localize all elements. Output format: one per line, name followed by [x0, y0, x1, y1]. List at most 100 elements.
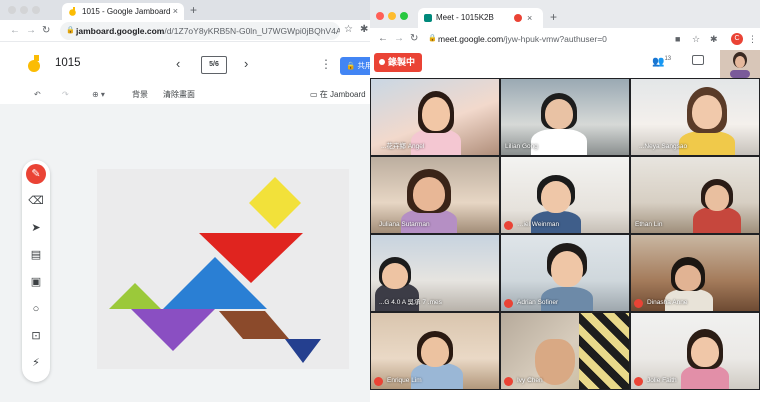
open-in-jamboard-button[interactable]: ▭ 在 Jamboard [310, 88, 366, 102]
muted-mic-icon [634, 299, 643, 308]
recording-badge: 錄製中 [374, 53, 422, 72]
participant-name: ...Neya Sangsao [639, 143, 688, 150]
share-button[interactable]: 🔒 共用 [340, 57, 370, 75]
back-icon[interactable]: ← [10, 24, 20, 38]
redo-icon[interactable]: ↷ [62, 88, 69, 102]
muted-mic-icon [504, 377, 513, 386]
meet-top-bar: 錄製中 👥13 [370, 50, 760, 78]
participant-tile[interactable]: Adrian Sofiner [500, 234, 630, 312]
sticky-note-icon[interactable]: ▤ [26, 245, 46, 265]
muted-mic-icon [504, 299, 513, 308]
tab-recording-icon [514, 14, 522, 22]
participant-count: 13 [664, 56, 672, 62]
participant-tile[interactable]: Dinasha Anne [630, 234, 760, 312]
meet-url-field[interactable]: 🔒 meet.google.com/jyw-hpuk-vmw?authuser=… [426, 30, 666, 48]
meet-tab-title: Meet - 1015K2B [436, 13, 494, 22]
participant-name: Lilian Gong [505, 143, 538, 150]
participant-name: ...花卉鄉 Angel [381, 143, 425, 150]
participant-name: Juliana Sutarman [379, 221, 430, 228]
clear-frame-button[interactable]: 清除畫面 [163, 88, 195, 102]
tab-close-icon[interactable]: × [173, 3, 178, 20]
image-icon[interactable]: ▣ [26, 272, 46, 292]
meet-extension-icon[interactable]: ✱ [710, 33, 718, 45]
chat-icon[interactable] [692, 55, 704, 65]
self-view-person [720, 50, 760, 78]
undo-icon[interactable]: ↶ [34, 88, 41, 102]
set-background-button[interactable]: 背景 [132, 88, 148, 102]
reload-icon[interactable]: ↻ [42, 24, 50, 38]
meet-tab-close-icon[interactable]: × [527, 8, 532, 28]
jamboard-toolbar: ↶ ↷ ⊕ ▾ 背景 清除畫面 ▭ 在 Jamboard [0, 88, 370, 104]
participant-tile[interactable]: ...G 4.0 A 吳承 7 .mes [370, 234, 500, 312]
chrome-menu-icon[interactable]: ⋮ [748, 33, 757, 45]
extension-icon[interactable]: ✱ [360, 24, 368, 35]
address-bar-row: ← → ↻ 🔒 jamboard.google.com/d/1Z7oY8yKRB… [0, 20, 370, 42]
pen-icon[interactable]: ✎ [26, 164, 46, 184]
participant-tile[interactable]: ...花卉鄉 Angel [370, 78, 500, 156]
participant-tile[interactable]: ...Neya Sangsao [630, 78, 760, 156]
participant-tile[interactable]: Juliana Sutarman [370, 156, 500, 234]
meet-window: Meet - 1015K2B × + ← → ↻ 🔒 meet.google.c… [370, 0, 760, 402]
new-tab-button[interactable]: + [190, 2, 197, 18]
participant-tile[interactable]: Ethan Lin [630, 156, 760, 234]
meet-forward-icon[interactable]: → [394, 32, 404, 46]
prev-frame-button[interactable]: ‹ [176, 56, 180, 71]
tangram-figure [97, 169, 349, 369]
camera-permission-icon[interactable]: ■ [675, 33, 680, 45]
meet-window-minimize-button[interactable] [388, 12, 396, 20]
participant-tile[interactable]: Jolie Faith [630, 312, 760, 390]
participant-name: Ivy Chen [517, 377, 543, 384]
zoom-icon[interactable]: ⊕ ▾ [92, 88, 105, 102]
participant-tile[interactable]: Lilian Gong [500, 78, 630, 156]
url-path: /d/1Z7oY8yKRB5N-G0ln_U7WGWpi0jBQhV4A... [164, 26, 340, 36]
pointer-icon[interactable]: ➤ [26, 218, 46, 238]
text-box-icon[interactable]: ⊡ [26, 326, 46, 346]
participant-name: …iel Weinman [517, 221, 560, 228]
tab-jamboard[interactable]: 1015 - Google Jamboard × [62, 3, 184, 20]
circle-shape-icon[interactable]: ○ [26, 299, 46, 319]
next-frame-button[interactable]: › [244, 56, 248, 71]
participant-name: Ethan Lin [635, 221, 663, 228]
forward-icon[interactable]: → [26, 24, 36, 38]
participant-name: Adrian Sofiner [517, 299, 559, 306]
tool-rail: ✎ ⌫ ➤ ▤ ▣ ○ ⊡ ⚡ [22, 160, 50, 382]
tab-meet[interactable]: Meet - 1015K2B × [418, 8, 543, 28]
tab-title: 1015 - Google Jamboard [82, 7, 171, 16]
board-title[interactable]: 1015 [55, 57, 81, 69]
url-field[interactable]: 🔒 jamboard.google.com/d/1Z7oY8yKRB5N-G0l… [60, 22, 340, 40]
jamboard-window: 1015 - Google Jamboard × + ← → ↻ 🔒 jambo… [0, 0, 370, 402]
meet-back-icon[interactable]: ← [378, 32, 388, 46]
lock-icon: 🔒 [66, 27, 75, 34]
meet-url-path: /jyw-hpuk-vmw?authuser=0 [503, 34, 607, 44]
url-host: jamboard.google.com [76, 26, 165, 36]
participants-icon[interactable]: 👥13 [652, 56, 671, 67]
checker-pattern-decor [579, 313, 629, 389]
meet-new-tab-button[interactable]: + [550, 8, 557, 26]
meet-bookmark-star-icon[interactable]: ☆ [692, 33, 700, 45]
window-minimize-button[interactable] [20, 6, 28, 14]
eraser-icon[interactable]: ⌫ [26, 191, 46, 211]
participant-tile[interactable]: …iel Weinman [500, 156, 630, 234]
window-zoom-button[interactable] [32, 6, 40, 14]
window-close-button[interactable] [8, 6, 16, 14]
tab-strip: 1015 - Google Jamboard × + [0, 0, 370, 20]
meet-tab-strip: Meet - 1015K2B × + [370, 0, 760, 28]
meet-lock-icon: 🔒 [428, 35, 437, 42]
profile-avatar[interactable]: C [731, 33, 743, 45]
participant-tile[interactable]: Ivy Chen [500, 312, 630, 390]
bookmark-star-icon[interactable]: ☆ [344, 24, 353, 35]
participant-name: Enrique Lim [387, 377, 422, 384]
meet-reload-icon[interactable]: ↻ [410, 32, 418, 46]
meet-window-close-button[interactable] [376, 12, 384, 20]
more-options-icon[interactable]: ⋮ [320, 57, 332, 71]
laser-icon[interactable]: ⚡ [26, 353, 46, 373]
participant-name: Dinasha Anne [647, 299, 688, 306]
self-view-thumbnail[interactable] [720, 50, 760, 78]
frame-counter[interactable]: 5/6 [201, 56, 227, 74]
share-label: 共用 [357, 61, 370, 70]
tangram-image[interactable] [97, 169, 349, 369]
participant-name: Jolie Faith [647, 377, 677, 384]
meet-window-zoom-button[interactable] [400, 12, 408, 20]
participant-tile[interactable]: Enrique Lim [370, 312, 500, 390]
video-grid: ...花卉鄉 Angel Lilian Gong ...Neya Sangsao [370, 78, 760, 390]
